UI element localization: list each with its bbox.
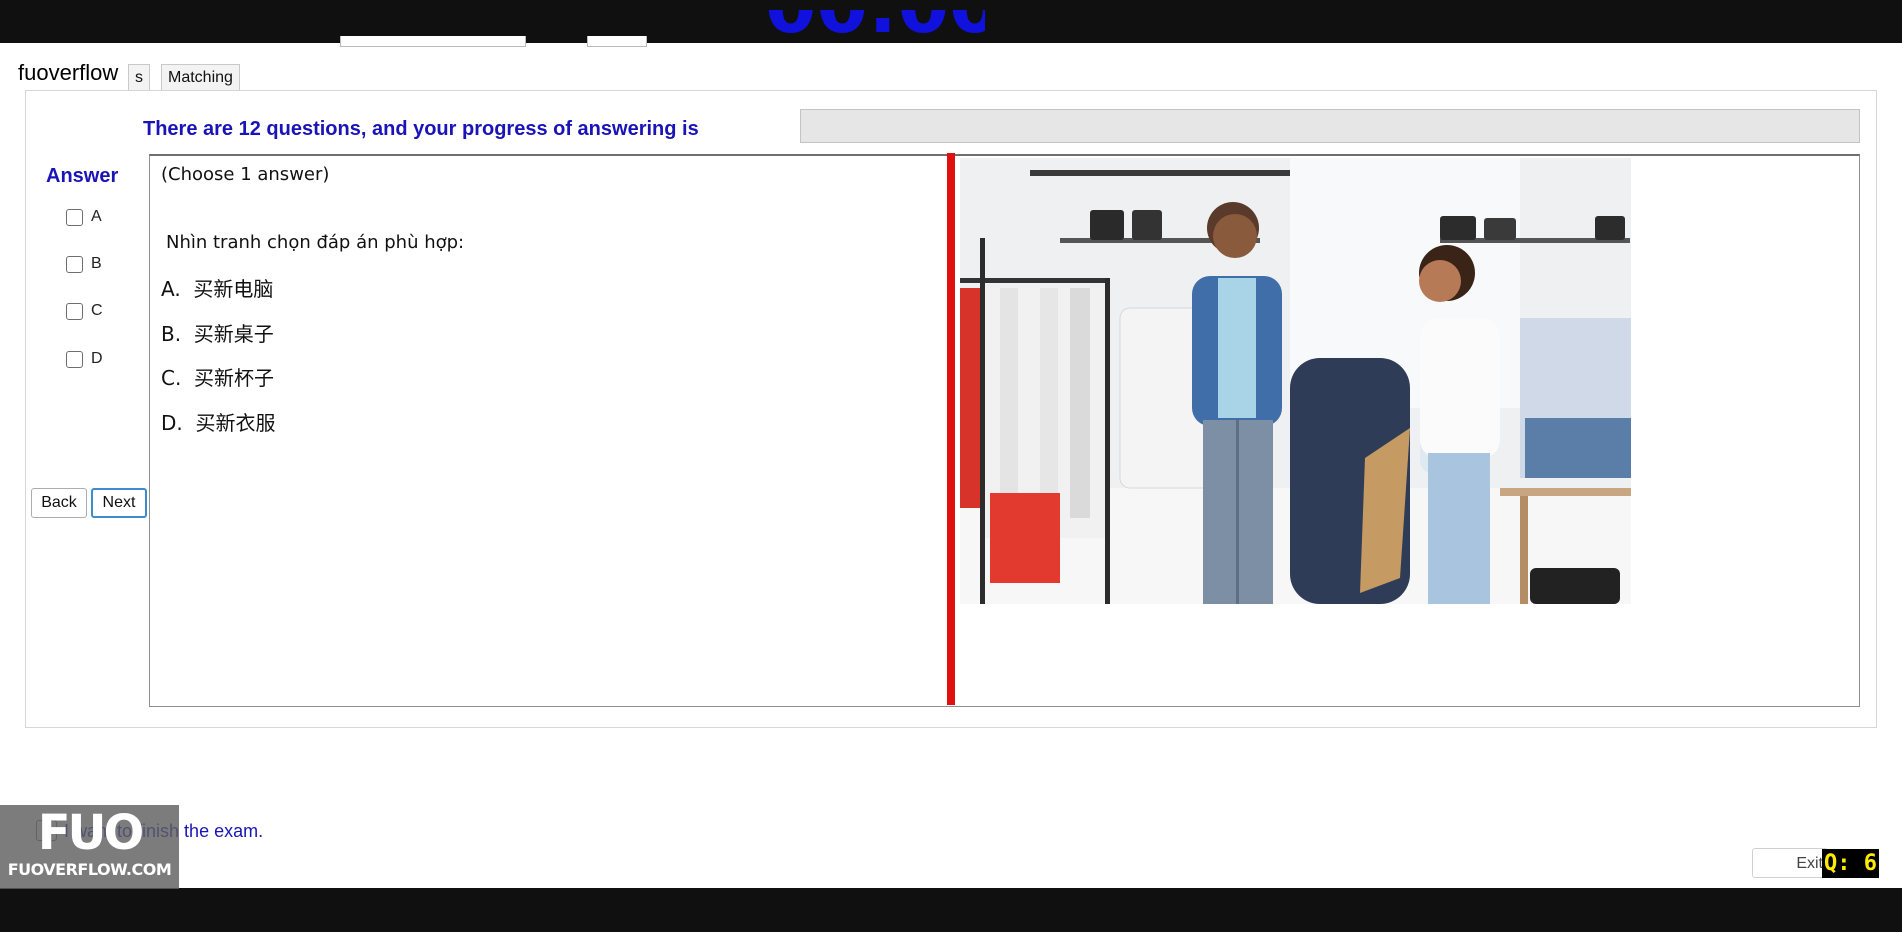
question-image <box>960 158 1631 604</box>
bottom-letterbox <box>0 888 1902 932</box>
next-button[interactable]: Next <box>91 488 147 518</box>
question-number-badge: Q: 6 <box>1822 849 1879 878</box>
progress-label: There are 12 questions, and your progres… <box>143 118 699 140</box>
question-option-d: D. 买新衣服 <box>161 411 276 435</box>
panel-splitter[interactable] <box>947 153 955 705</box>
checkbox-d[interactable] <box>66 350 83 368</box>
question-instruction: (Choose 1 answer) <box>161 164 330 185</box>
header-combobox[interactable] <box>340 36 526 47</box>
checkbox-a[interactable] <box>66 208 83 226</box>
checkbox-b[interactable] <box>66 255 83 273</box>
watermark-label: fuoverflow <box>10 58 127 88</box>
fuoverflow-logo: FUO FUOVERFLOW.COM <box>0 805 179 889</box>
answer-option-d[interactable]: D <box>66 350 103 368</box>
question-option-b: B. 买新桌子 <box>161 322 274 346</box>
question-option-c: C. 买新杯子 <box>161 366 275 390</box>
answer-option-b[interactable]: B <box>66 255 102 273</box>
exit-button[interactable]: Exit <box>1752 848 1828 878</box>
progress-bar <box>800 109 1860 143</box>
back-button[interactable]: Back <box>31 488 87 518</box>
question-option-a: A. 买新电脑 <box>161 277 274 301</box>
tab-matching[interactable]: Matching <box>161 64 240 91</box>
answer-title: Answer <box>46 165 119 187</box>
header-font-size-box[interactable] <box>587 36 647 47</box>
countdown-timer: 00:00 <box>765 10 985 43</box>
answer-option-c[interactable]: C <box>66 302 103 320</box>
clothing-store-illustration <box>960 158 1631 604</box>
question-prompt: Nhìn tranh chọn đáp án phù hợp: <box>166 232 465 253</box>
answer-option-a[interactable]: A <box>66 208 102 226</box>
checkbox-c[interactable] <box>66 302 83 320</box>
tab-previous[interactable]: s <box>128 64 150 91</box>
